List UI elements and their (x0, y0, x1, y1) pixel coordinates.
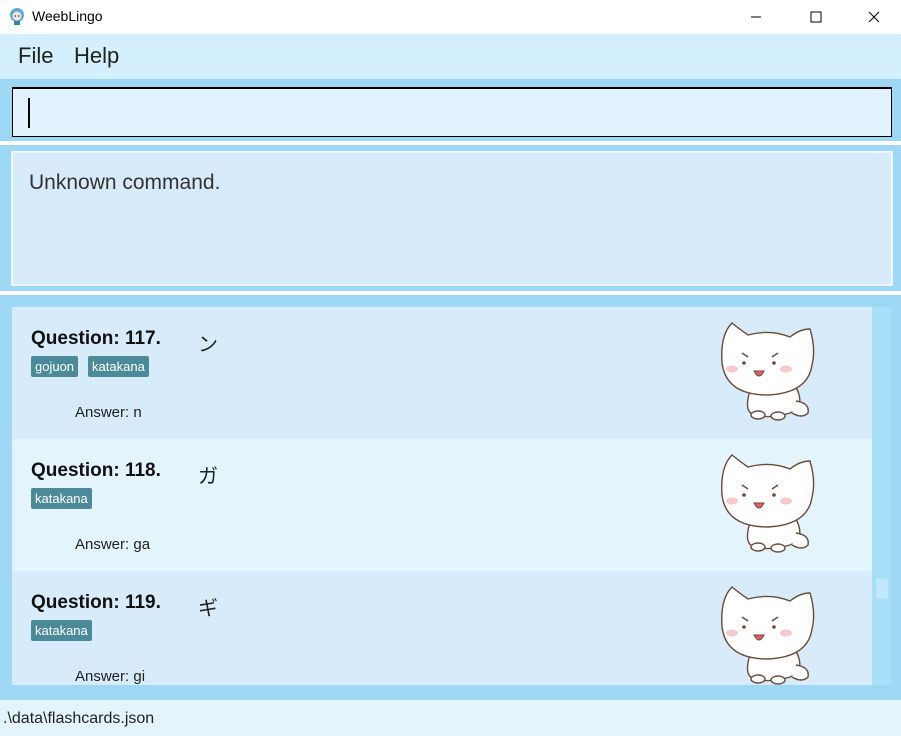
title-bar: WeebLingo (0, 0, 901, 34)
question-number: Question: 117. (31, 328, 161, 349)
tag-badge: katakana (31, 620, 92, 641)
menu-file[interactable]: File (18, 43, 53, 69)
vertical-scrollbar[interactable] (872, 307, 891, 685)
cat-mascot-image (721, 586, 815, 685)
question-number: Question: 118. (31, 460, 161, 481)
data-file-path: .\data\flashcards.json (3, 710, 155, 727)
flashcard-list-panel: Question: 117. ン gojuon katakana Answer:… (0, 295, 901, 700)
flashcard-item[interactable]: Question: 117. ン gojuon katakana Answer:… (12, 307, 872, 439)
minimize-icon (751, 16, 761, 18)
result-display: Unknown command. (11, 151, 893, 286)
question-character: ン (198, 334, 218, 356)
maximize-button[interactable] (787, 0, 845, 34)
scrollbar-thumb[interactable] (876, 578, 888, 599)
weeblingo-app-icon (10, 8, 24, 25)
tag-badge: katakana (88, 356, 149, 377)
result-display-placeholder: Unknown command. (0, 145, 901, 291)
command-box-placeholder (0, 79, 901, 143)
cat-mascot-image (721, 454, 815, 553)
tag-list: katakana (31, 620, 92, 641)
menu-bar: File Help (0, 34, 901, 79)
menu-help[interactable]: Help (74, 43, 119, 69)
tag-badge: katakana (31, 488, 92, 509)
flashcard-item[interactable]: Question: 119. ギ katakana Answer: gi (12, 571, 872, 685)
flashcard-list[interactable]: Question: 117. ン gojuon katakana Answer:… (12, 307, 891, 685)
status-bar: .\data\flashcards.json (0, 700, 901, 736)
result-message: Unknown command. (29, 171, 221, 194)
question-number: Question: 119. (31, 592, 161, 613)
tag-list: katakana (31, 488, 92, 509)
maximize-icon (810, 11, 822, 23)
minimize-button[interactable] (727, 0, 785, 34)
answer-text: Answer: ga (75, 536, 151, 553)
close-button[interactable] (845, 0, 901, 34)
text-caret (28, 98, 30, 128)
answer-text: Answer: n (75, 404, 142, 421)
answer-text: Answer: gi (75, 668, 146, 685)
window-title: WeebLingo (32, 8, 103, 24)
cat-mascot-image (721, 322, 815, 421)
command-input[interactable] (12, 87, 892, 137)
question-character: ギ (198, 598, 218, 620)
question-character: ガ (198, 466, 218, 488)
tag-list: gojuon katakana (31, 356, 149, 377)
close-icon (868, 11, 880, 23)
flashcard-item[interactable]: Question: 118. ガ katakana Answer: ga (12, 439, 872, 571)
tag-badge: gojuon (31, 356, 79, 377)
